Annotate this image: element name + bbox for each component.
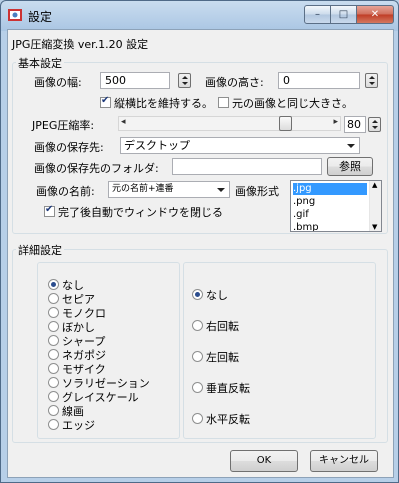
- name-label: 画像の名前:: [36, 185, 95, 198]
- same-size-checkbox[interactable]: [218, 97, 229, 108]
- name-value: 元の名前+連番: [112, 184, 174, 194]
- app-icon: [8, 9, 22, 21]
- rotation-label: 左回転: [206, 351, 239, 364]
- width-input[interactable]: 500: [100, 72, 170, 89]
- scroll-up-icon[interactable]: ▲: [372, 181, 377, 189]
- jpeg-quality-spinner[interactable]: [368, 117, 381, 132]
- effect-radio[interactable]: [48, 293, 59, 304]
- effect-radio[interactable]: [48, 349, 59, 360]
- jpeg-quality-label: JPEG圧縮率:: [32, 119, 95, 132]
- format-option[interactable]: .bmp: [293, 222, 319, 231]
- effect-radio[interactable]: [48, 363, 59, 374]
- folder-input[interactable]: [172, 158, 322, 175]
- chevron-down-icon: [347, 144, 355, 148]
- save-to-select[interactable]: デスクトップ: [120, 137, 360, 154]
- basic-settings-legend: 基本設定: [16, 55, 64, 71]
- jpeg-quality-slider[interactable]: ◂ ▸: [118, 116, 341, 131]
- effect-radio[interactable]: [48, 377, 59, 388]
- name-select[interactable]: 元の名前+連番: [108, 181, 230, 198]
- rotation-radio[interactable]: [192, 382, 203, 393]
- format-label: 画像形式: [235, 185, 279, 198]
- format-option[interactable]: .gif: [293, 209, 309, 221]
- width-label: 画像の幅:: [34, 76, 82, 89]
- chevron-down-icon: [217, 188, 225, 192]
- window-title: 設定: [28, 10, 53, 24]
- format-option[interactable]: .png: [293, 196, 315, 208]
- same-size-label: 元の画像と同じ大きさ。: [232, 97, 353, 110]
- effect-radio[interactable]: [48, 321, 59, 332]
- format-listbox-scrollbar[interactable]: ▲ ▼: [369, 181, 381, 231]
- close-button[interactable]: ✕: [356, 5, 394, 24]
- format-listbox[interactable]: .jpg .png .gif .bmp ▲ ▼: [290, 180, 382, 232]
- browse-button[interactable]: 参照: [327, 157, 373, 176]
- width-spinner[interactable]: [178, 73, 191, 88]
- effect-radio[interactable]: [48, 419, 59, 430]
- effect-radio[interactable]: [48, 391, 59, 402]
- auto-close-label: 完了後自動でウィンドウを閉じる: [58, 206, 223, 219]
- rotation-label: 水平反転: [206, 413, 250, 426]
- rotation-radio[interactable]: [192, 320, 203, 331]
- height-input[interactable]: 0: [278, 72, 360, 89]
- title-bar[interactable]: 設定 – □ ✕: [1, 1, 398, 29]
- slider-right-arrow-icon[interactable]: ▸: [333, 117, 338, 127]
- rotation-label: 右回転: [206, 320, 239, 333]
- slider-left-arrow-icon[interactable]: ◂: [121, 117, 126, 127]
- rotation-label: なし: [206, 289, 228, 302]
- rotation-radio[interactable]: [192, 289, 203, 300]
- height-spinner[interactable]: [365, 73, 378, 88]
- folder-label: 画像の保存先のフォルダ:: [34, 162, 159, 175]
- maximize-button[interactable]: □: [330, 5, 357, 24]
- header-text: JPG圧縮変換 ver.1.20 設定: [12, 38, 149, 51]
- effect-radio[interactable]: [48, 335, 59, 346]
- save-to-value: デスクトップ: [124, 139, 190, 152]
- rotation-radio[interactable]: [192, 413, 203, 424]
- auto-close-checkbox[interactable]: [44, 204, 55, 217]
- rotation-radio[interactable]: [192, 351, 203, 362]
- effect-label: エッジ: [62, 419, 95, 432]
- effect-radio[interactable]: [48, 405, 59, 416]
- cancel-button[interactable]: キャンセル: [310, 450, 378, 472]
- format-option[interactable]: .jpg: [293, 183, 367, 195]
- effect-radio[interactable]: [48, 307, 59, 318]
- minimize-button[interactable]: –: [304, 5, 331, 24]
- rotation-label: 垂直反転: [206, 382, 250, 395]
- settings-window: 設定 – □ ✕ JPG圧縮変換 ver.1.20 設定 基本設定 画像の幅: …: [0, 0, 399, 483]
- slider-thumb[interactable]: [279, 116, 292, 131]
- height-label: 画像の高さ:: [205, 76, 264, 89]
- jpeg-quality-input[interactable]: 80: [344, 116, 366, 133]
- keep-ratio-checkbox[interactable]: [100, 95, 111, 108]
- save-to-label: 画像の保存先:: [34, 141, 104, 154]
- dialog-client: JPG圧縮変換 ver.1.20 設定 基本設定 画像の幅: 500 画像の高さ…: [7, 29, 394, 478]
- effect-radio[interactable]: [48, 279, 59, 290]
- scroll-down-icon[interactable]: ▼: [372, 223, 377, 231]
- keep-ratio-label: 縦横比を維持する。: [114, 97, 213, 110]
- detail-settings-legend: 詳細設定: [16, 242, 64, 258]
- ok-button[interactable]: OK: [230, 450, 298, 472]
